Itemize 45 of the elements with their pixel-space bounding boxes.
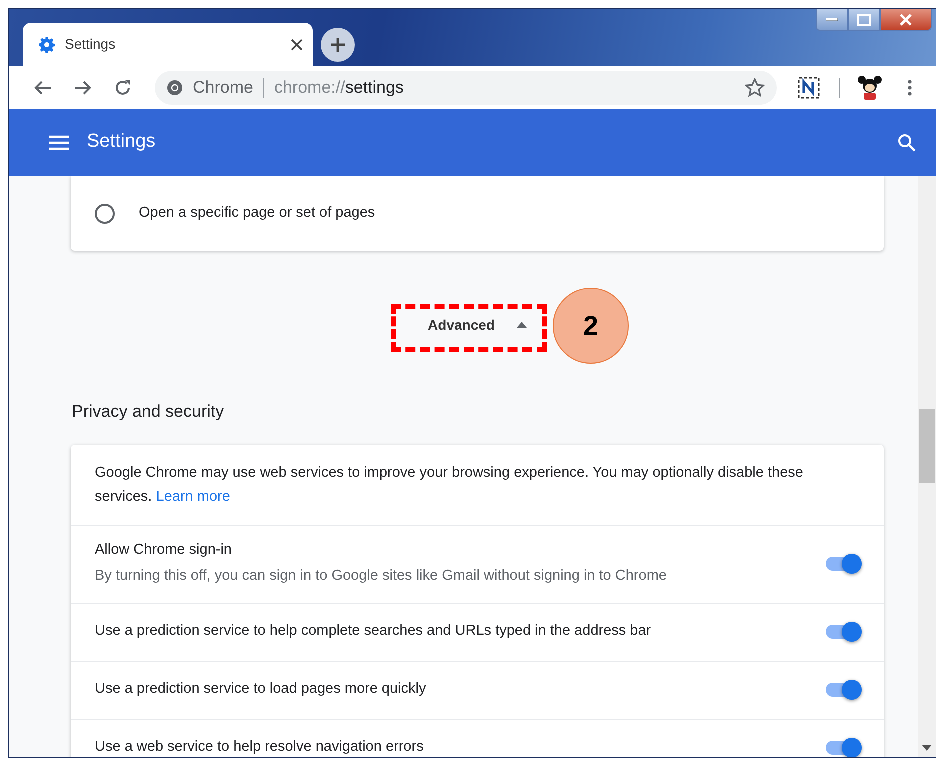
back-icon[interactable] (34, 80, 52, 96)
scrollbar-thumb[interactable] (919, 409, 935, 483)
scrollbar[interactable] (918, 176, 936, 757)
learn-more-link[interactable]: Learn more (156, 488, 230, 504)
minimize-button[interactable] (816, 9, 848, 31)
address-bar[interactable]: Chrome chrome://settings (155, 70, 777, 104)
advanced-button[interactable]: Advanced (418, 310, 537, 340)
setting-label: Use a web service to help resolve navigation errors (95, 738, 424, 757)
close-icon (899, 14, 913, 26)
maximize-icon (857, 14, 871, 26)
menu-icon[interactable] (49, 134, 69, 150)
forward-icon[interactable] (74, 80, 92, 96)
toggle-switch[interactable] (824, 621, 862, 643)
extension-icon[interactable] (798, 76, 820, 98)
reload-icon[interactable] (114, 78, 132, 96)
setting-label: Use a prediction service to load pages more quickly (95, 680, 426, 700)
close-button[interactable] (880, 9, 932, 31)
site-label: Chrome (193, 76, 254, 99)
gear-icon (39, 36, 55, 52)
setting-description: By turning this off, you can sign in to Google sites like Gmail without signing in to Chrome (95, 567, 667, 586)
menu-icon[interactable] (908, 80, 912, 96)
close-icon[interactable] (291, 38, 303, 50)
toggle-switch[interactable] (824, 737, 862, 757)
new-tab-button[interactable] (321, 28, 355, 62)
browser-tab[interactable]: Settings (23, 23, 313, 66)
scroll-down-icon[interactable] (922, 745, 932, 751)
radio-label: Open a specific page or set of pages (139, 204, 376, 223)
toggle-switch[interactable] (824, 679, 862, 701)
search-icon[interactable] (898, 134, 916, 152)
radio-button[interactable] (95, 204, 115, 224)
minimize-icon (826, 18, 838, 22)
url-text: chrome://settings (274, 76, 404, 99)
maximize-button[interactable] (848, 9, 880, 31)
toggle-switch[interactable] (824, 553, 862, 575)
setting-label: Allow Chrome sign-in (95, 541, 233, 560)
intro-text: Google Chrome may use web services to improve your browsing experience. You may optionally disable these services. Learn more (95, 464, 804, 506)
step-number: 2 (553, 288, 629, 364)
chrome-logo-icon (167, 80, 183, 96)
section-title: Privacy and security (72, 401, 226, 423)
setting-label: Use a prediction service to help complete searches and URLs typed in the address bar (95, 622, 652, 642)
tab-title: Settings (65, 35, 116, 54)
star-icon[interactable] (745, 78, 765, 98)
page-title: Settings (87, 131, 156, 154)
profile-avatar-icon[interactable] (858, 74, 882, 100)
plus-icon (330, 37, 346, 53)
